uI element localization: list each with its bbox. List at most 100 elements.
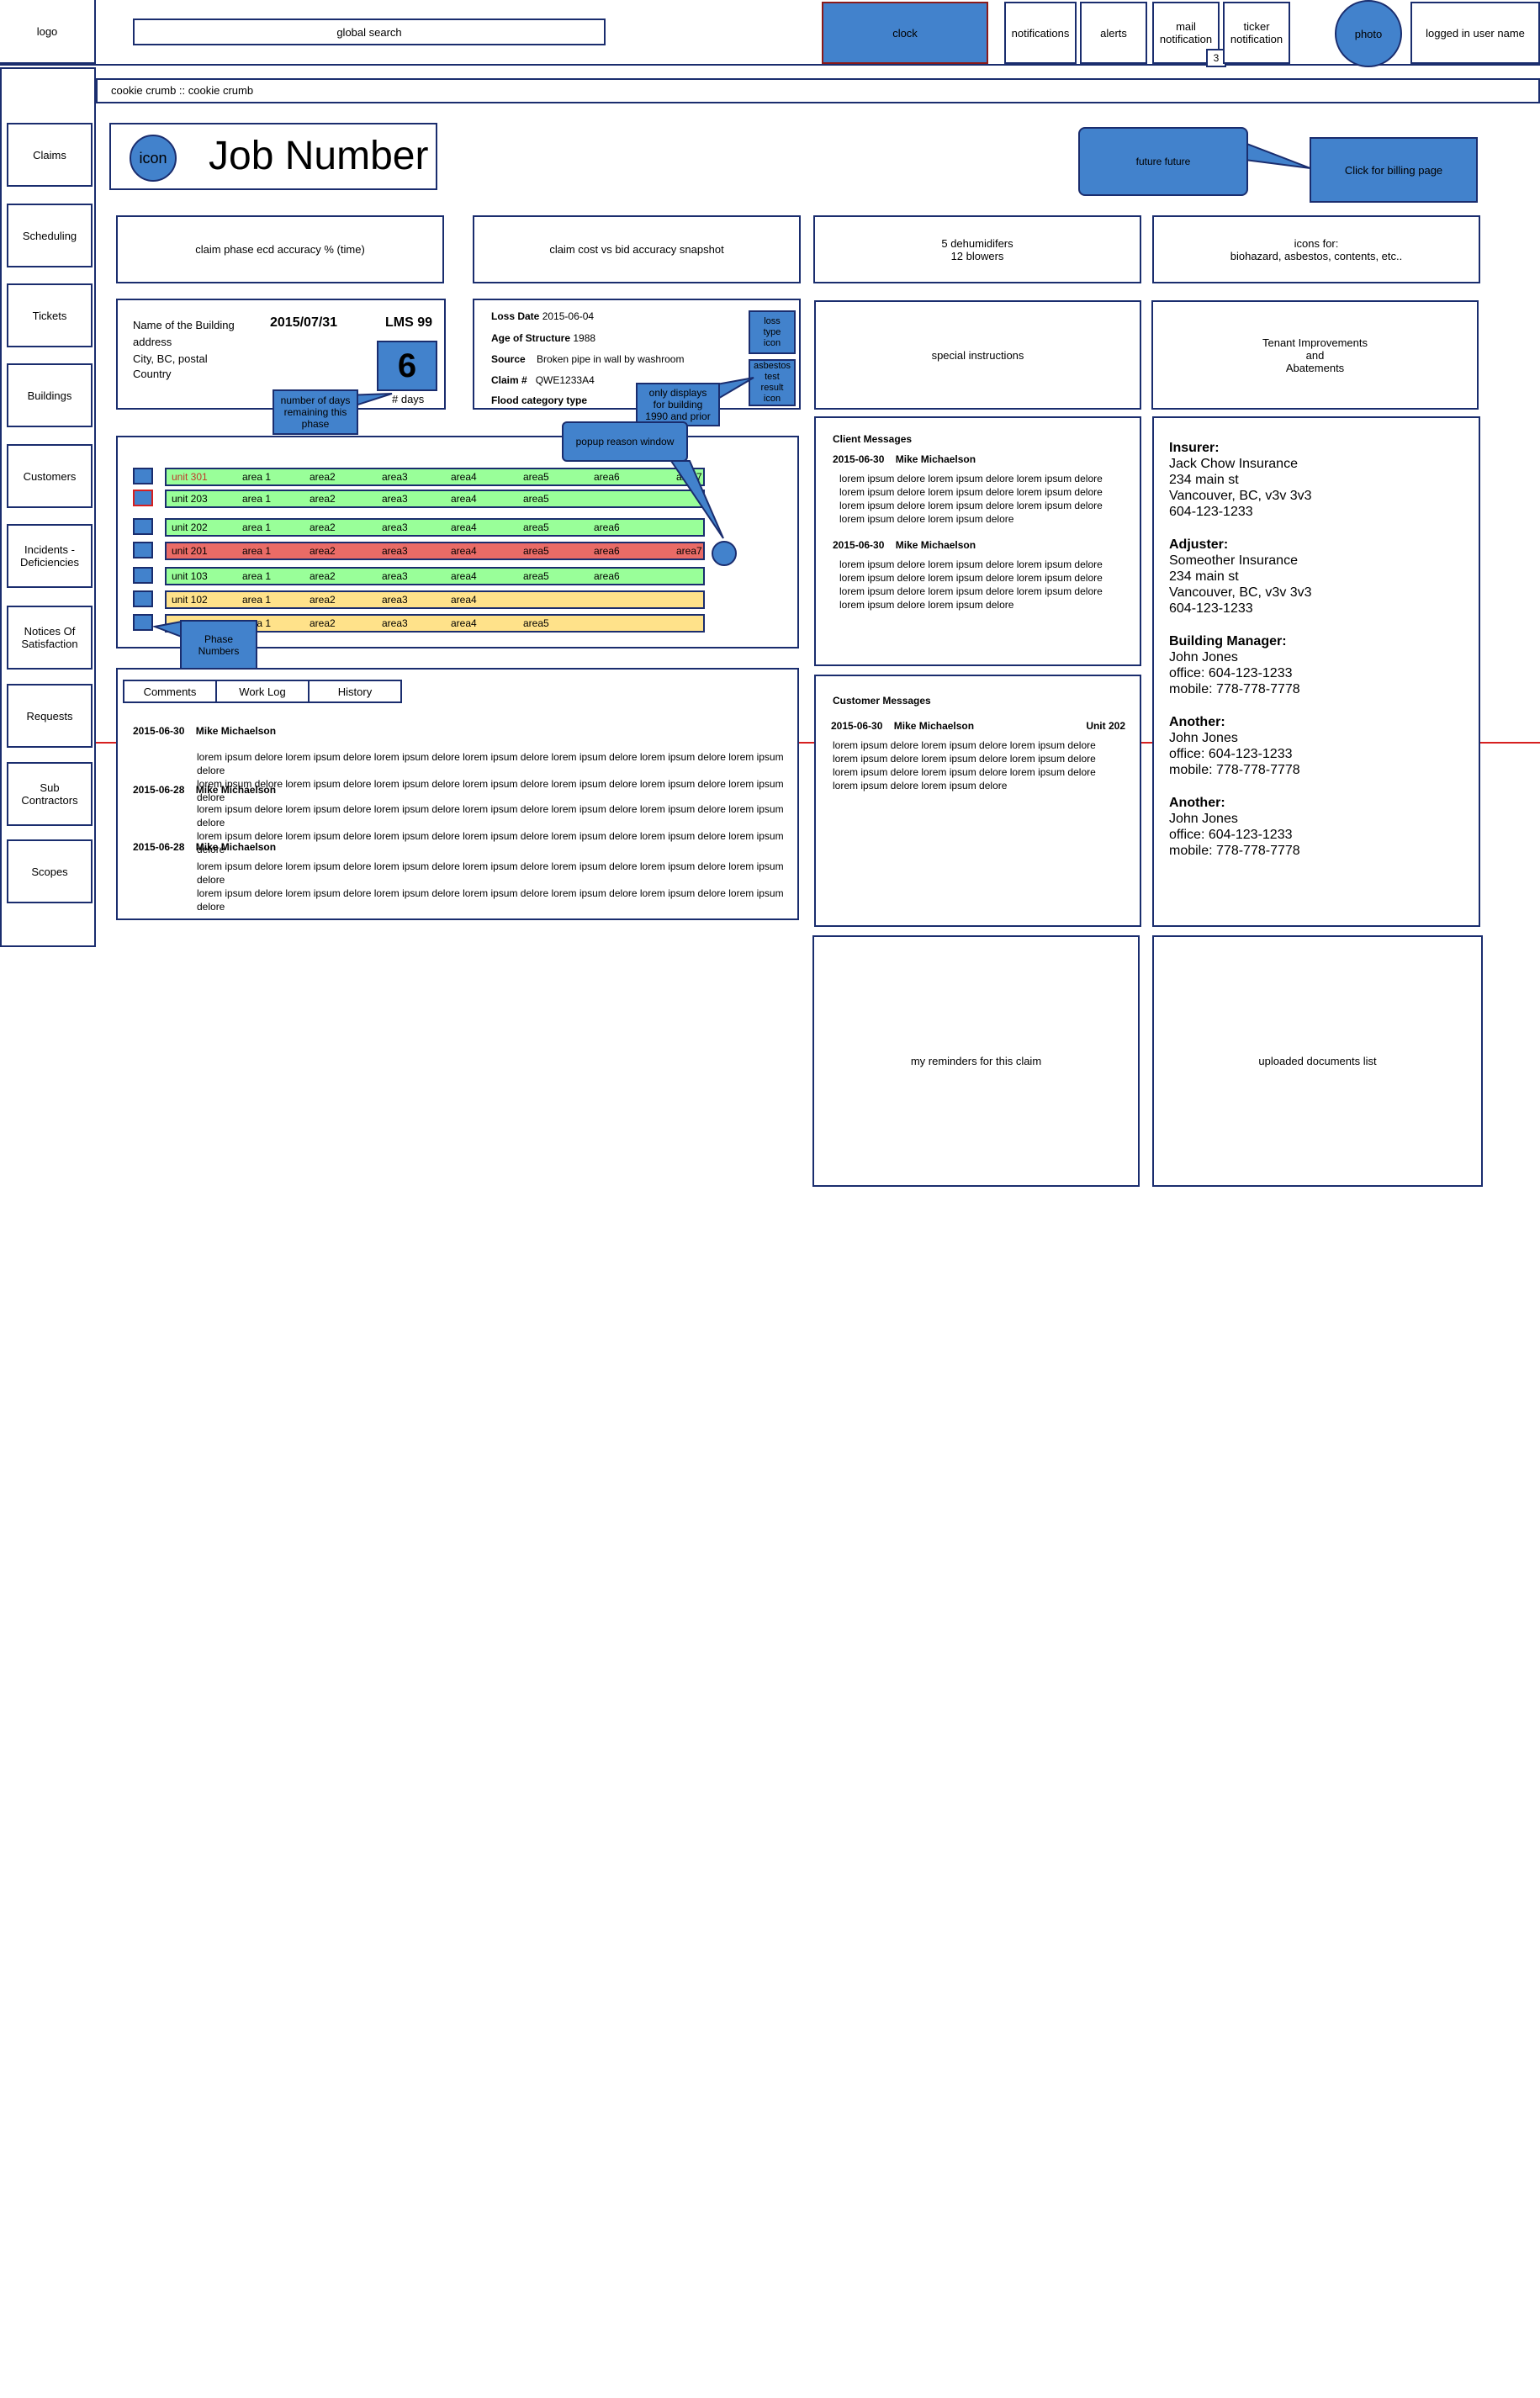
search-label: global search bbox=[336, 25, 402, 39]
area-label[interactable]: area3 bbox=[382, 616, 408, 631]
alerts-button[interactable]: alerts bbox=[1080, 2, 1147, 64]
tab-comments[interactable]: Comments bbox=[123, 680, 217, 703]
user-photo-avatar[interactable]: photo bbox=[1335, 0, 1402, 67]
sidebar-item-incidents[interactable]: Incidents - Deficiencies bbox=[7, 524, 93, 588]
phase-number-marker[interactable] bbox=[133, 542, 153, 558]
area-label[interactable]: area6 bbox=[594, 469, 620, 484]
area-label[interactable]: area2 bbox=[310, 592, 336, 607]
sidebar-item-notices[interactable]: Notices Of Satisfaction bbox=[7, 606, 93, 670]
area-label[interactable]: area4 bbox=[451, 491, 477, 506]
documents-label: uploaded documents list bbox=[1258, 1055, 1377, 1067]
equip-line: 12 blowers bbox=[950, 249, 1004, 262]
phase-number-marker[interactable] bbox=[133, 490, 153, 506]
unit-row[interactable]: unit 202 area 1 area2 area3 area4 area5 area6 bbox=[165, 518, 705, 537]
area-label[interactable]: area5 bbox=[523, 616, 549, 631]
mail-label-1: mail bbox=[1176, 20, 1196, 33]
area-label[interactable]: area2 bbox=[310, 569, 336, 584]
area-label[interactable]: area 1 bbox=[242, 520, 271, 535]
area-label[interactable]: area4 bbox=[451, 569, 477, 584]
sidebar-item-requests[interactable]: Requests bbox=[7, 684, 93, 748]
breadcrumb[interactable]: cookie crumb :: cookie crumb bbox=[96, 78, 1540, 103]
area-label[interactable]: area 1 bbox=[242, 543, 271, 558]
tab-work-log[interactable]: Work Log bbox=[215, 680, 310, 703]
sidebar-item-claims[interactable]: Claims bbox=[7, 123, 93, 187]
sidebar-item-buildings[interactable]: Buildings bbox=[7, 363, 93, 427]
message-line: lorem ipsum delore lorem ipsum delore bbox=[833, 780, 1008, 791]
phase-number-marker[interactable] bbox=[133, 468, 153, 484]
area-label[interactable]: area5 bbox=[523, 520, 549, 535]
sidebar-item-scopes[interactable]: Scopes bbox=[7, 839, 93, 903]
unit-row[interactable]: unit 102 area 1 area2 area3 area4 bbox=[165, 590, 705, 609]
sidebar-label: Claims bbox=[33, 148, 66, 161]
client-messages-title: Client Messages bbox=[833, 433, 913, 445]
sidebar-item-subcontractors[interactable]: Sub Contractors bbox=[7, 762, 93, 826]
area-label[interactable]: area5 bbox=[523, 543, 549, 558]
popup-reason-button[interactable] bbox=[712, 541, 737, 566]
area-label[interactable]: area2 bbox=[310, 520, 336, 535]
area-label[interactable]: area6 bbox=[594, 569, 620, 584]
area-label[interactable]: area4 bbox=[451, 592, 477, 607]
area-label[interactable]: area2 bbox=[310, 543, 336, 558]
search-input[interactable]: global search bbox=[133, 19, 606, 45]
building-age-callout: only displays for building 1990 and prior bbox=[636, 383, 720, 426]
area-label[interactable]: area4 bbox=[451, 469, 477, 484]
area-label[interactable]: area6 bbox=[594, 520, 620, 535]
area-label[interactable]: area 1 bbox=[242, 469, 271, 484]
tenant-text: Abatements bbox=[1285, 361, 1345, 374]
tab-history[interactable]: History bbox=[308, 680, 402, 703]
contact-line: 604-123-1233 bbox=[1169, 505, 1253, 519]
sidebar-label: Customers bbox=[23, 469, 77, 483]
contact-title: Insurer: bbox=[1169, 441, 1220, 455]
area-label[interactable]: area6 bbox=[594, 543, 620, 558]
area-label[interactable]: area 1 bbox=[242, 592, 271, 607]
area-label[interactable]: area4 bbox=[451, 616, 477, 631]
comment-author: Mike Michaelson bbox=[195, 841, 277, 853]
user-name-menu[interactable]: logged in user name bbox=[1410, 2, 1540, 64]
sidebar-item-tickets[interactable]: Tickets bbox=[7, 283, 93, 347]
sidebar-label: Incidents - bbox=[24, 543, 75, 556]
icon-text: asbestos bbox=[753, 361, 791, 371]
area-label[interactable]: area 1 bbox=[242, 569, 271, 584]
billing-page-button[interactable]: Click for billing page bbox=[1310, 137, 1478, 203]
unit-row[interactable]: unit 201 area 1 area2 area3 area4 area5 area6 a… bbox=[165, 542, 705, 560]
future-text: future future bbox=[1135, 156, 1191, 167]
area-label[interactable]: area5 bbox=[523, 491, 549, 506]
comment-date: 2015-06-28 bbox=[133, 784, 185, 796]
area-label[interactable]: area5 bbox=[523, 569, 549, 584]
area-label[interactable]: area2 bbox=[310, 616, 336, 631]
unit-row[interactable]: unit 203 area 1 area2 area3 area4 area5 bbox=[165, 490, 705, 508]
phase-number-marker[interactable] bbox=[133, 518, 153, 535]
contact-line: mobile: 778-778-7778 bbox=[1169, 844, 1300, 858]
phase-number-marker[interactable] bbox=[133, 614, 153, 631]
phase-number-marker[interactable] bbox=[133, 567, 153, 584]
area-label[interactable]: area3 bbox=[382, 520, 408, 535]
unit-label: unit 202 bbox=[172, 521, 208, 533]
unit-row[interactable]: unit 103 area 1 area2 area3 area4 area5 area6 bbox=[165, 567, 705, 585]
contact-line: John Jones bbox=[1169, 731, 1238, 745]
area-label[interactable]: area3 bbox=[382, 543, 408, 558]
contact-block: Another: John Jones office: 604-123-1233 mo… bbox=[1169, 714, 1479, 778]
clock[interactable]: clock bbox=[822, 2, 988, 64]
sidebar-item-scheduling[interactable]: Scheduling bbox=[7, 204, 93, 267]
area-label[interactable]: area3 bbox=[382, 491, 408, 506]
sidebar-item-customers[interactable]: Customers bbox=[7, 444, 93, 508]
notifications-button[interactable]: notifications bbox=[1004, 2, 1077, 64]
area-label[interactable]: area 1 bbox=[242, 491, 271, 506]
area-label[interactable]: area5 bbox=[523, 469, 549, 484]
area-label[interactable]: area2 bbox=[310, 469, 336, 484]
documents-panel[interactable]: uploaded documents list bbox=[1152, 935, 1483, 1187]
logo[interactable]: logo bbox=[0, 0, 96, 64]
tab-bar: Comments Work Log History bbox=[123, 680, 409, 703]
loss-date: Loss Date 2015-06-04 bbox=[491, 310, 594, 322]
ticker-notification-button[interactable]: ticker notification bbox=[1223, 2, 1290, 64]
reminders-panel[interactable]: my reminders for this claim bbox=[812, 935, 1140, 1187]
area-label[interactable]: area2 bbox=[310, 491, 336, 506]
area-label[interactable]: area3 bbox=[382, 569, 408, 584]
area-label[interactable]: area3 bbox=[382, 592, 408, 607]
unit-row[interactable]: unit 301area 1area2area3area4area5area6a… bbox=[165, 468, 705, 486]
area-label[interactable]: area4 bbox=[451, 520, 477, 535]
phase-number-marker[interactable] bbox=[133, 590, 153, 607]
area-label[interactable]: area3 bbox=[382, 469, 408, 484]
area-label[interactable]: area4 bbox=[451, 543, 477, 558]
callout-text: only displays bbox=[648, 387, 707, 399]
